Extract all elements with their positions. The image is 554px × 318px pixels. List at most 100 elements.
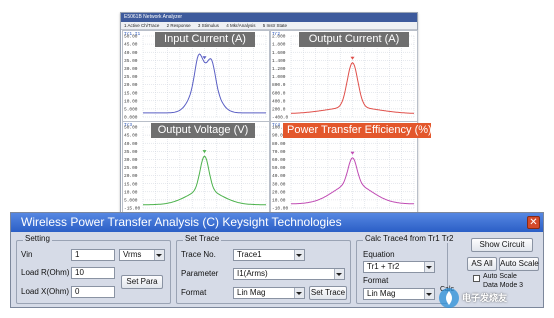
setting-group-label: Setting xyxy=(23,234,52,243)
chevron-down-icon xyxy=(426,293,432,296)
y-tick-label: 400.0 xyxy=(272,98,286,104)
vin-unit-select[interactable]: Vrms xyxy=(119,249,165,261)
calc-format-select[interactable]: Lin Mag xyxy=(363,288,435,300)
calc-trace-group: Calc Trace4 from Tr1 Tr2 Equation Tr1 + … xyxy=(356,234,456,304)
y-tick-label: 200.0 xyxy=(272,107,286,113)
trace-label: Tr4 xyxy=(272,122,280,128)
trace-format-value: Lin Mag xyxy=(237,288,266,297)
analyzer-title-bar: E5061B Network Analyzer xyxy=(121,13,417,22)
network-analyzer-window: E5061B Network Analyzer 1 Active Ch/Trac… xyxy=(120,12,432,214)
load-r-label: Load R(Ohm) xyxy=(21,268,70,277)
analyzer-softkey-menu: 1 Active Ch/Trace 2 Response 3 Stimulus … xyxy=(121,22,417,30)
marker-icon xyxy=(202,150,207,154)
menu-marker-analysis[interactable]: 4 Mkr/Analysis xyxy=(226,22,255,29)
setting-group: Setting Vin 1 Vrms Load R(Ohm) 10 Load X… xyxy=(16,234,171,304)
set-trace-group-label: Set Trace xyxy=(183,234,222,243)
menu-active-trace[interactable]: 1 Active Ch/Trace xyxy=(124,22,159,29)
y-tick-label: 10.00 xyxy=(272,198,286,204)
parameter-label: Parameter xyxy=(181,269,219,278)
parameter-select[interactable]: I1(Arms) xyxy=(233,268,345,280)
y-tick-label: 10.00 xyxy=(124,98,138,104)
dialog-title-bar: Wireless Power Transfer Analysis (C) Key… xyxy=(11,213,543,232)
watermark-text: 电子发烧友 xyxy=(462,293,508,303)
y-tick-label: 45.00 xyxy=(124,133,138,139)
trace-label: Tr1 I1 xyxy=(124,31,141,37)
menu-response[interactable]: 2 Response xyxy=(167,22,191,29)
y-tick-label: 15.00 xyxy=(124,181,138,187)
calc-trace-group-label: Calc Trace4 from Tr1 Tr2 xyxy=(363,234,456,243)
marker-icon xyxy=(350,151,355,155)
chevron-down-icon xyxy=(296,254,302,257)
trace-no-select[interactable]: Trace1 xyxy=(233,249,305,261)
set-trace-button[interactable]: Set Trace xyxy=(309,286,347,300)
y-tick-label: 30.00 xyxy=(124,66,138,72)
menu-stimulus[interactable]: 3 Stimulus xyxy=(198,22,219,29)
menu-instr-state[interactable]: 5 Instr State xyxy=(263,22,287,29)
y-tick-label: 50.00 xyxy=(272,165,286,171)
y-tick-label: 40.00 xyxy=(272,173,286,179)
y-tick-label: 0.000 xyxy=(124,115,138,121)
vin-input[interactable]: 1 xyxy=(71,249,115,261)
y-tick-label: 40.00 xyxy=(124,141,138,147)
y-tick-label: 30.00 xyxy=(124,157,138,163)
y-tick-label: 80.00 xyxy=(272,141,286,147)
trace-label: Tr3 xyxy=(124,122,132,128)
y-tick-label: -10.00 xyxy=(272,206,289,212)
marker-icon xyxy=(350,56,355,60)
y-tick-label: 35.00 xyxy=(124,149,138,155)
calc-format-value: Lin Mag xyxy=(367,289,396,298)
parameter-value: I1(Arms) xyxy=(237,269,268,278)
y-tick-label: 20.00 xyxy=(272,189,286,195)
load-x-label: Load X(Ohm) xyxy=(21,287,70,296)
auto-scale-button[interactable]: Auto Scale xyxy=(499,257,539,271)
y-tick-label: 1.800 xyxy=(272,42,286,48)
y-tick-label: 600.0 xyxy=(272,90,286,96)
output-current-title: Output Current (A) xyxy=(299,32,409,47)
output-voltage-title: Output Voltage (V) xyxy=(151,123,255,138)
trace-format-label: Format xyxy=(181,288,207,297)
y-tick-label: 30.00 xyxy=(272,181,286,187)
set-trace-group: Set Trace Trace No. Trace1 Parameter I1(… xyxy=(176,234,351,304)
auto-scale-check-label: Auto Scale xyxy=(483,273,517,280)
trace-curve xyxy=(291,157,414,205)
trace-no-value: Trace1 xyxy=(237,250,262,259)
equation-value: Tr1 + Tr2 xyxy=(367,262,400,271)
trace-format-select[interactable]: Lin Mag xyxy=(233,287,305,299)
y-tick-label: -400.0 xyxy=(272,115,289,121)
y-tick-label: 70.00 xyxy=(272,149,286,155)
y-tick-label: 1.000 xyxy=(272,74,286,80)
input-current-title: Input Current (A) xyxy=(155,32,255,47)
trace-no-label: Trace No. xyxy=(181,250,216,259)
y-tick-label: 15.00 xyxy=(124,90,138,96)
y-tick-label: 1.600 xyxy=(272,50,286,56)
y-tick-label: 25.00 xyxy=(124,165,138,171)
vin-label: Vin xyxy=(21,250,33,259)
y-tick-label: 5.000 xyxy=(124,107,138,113)
y-tick-label: 45.00 xyxy=(124,42,138,48)
close-icon[interactable]: ✕ xyxy=(527,216,540,229)
as-all-button[interactable]: AS All xyxy=(467,257,497,271)
flame-logo-icon xyxy=(439,288,459,308)
chevron-down-icon xyxy=(336,273,342,276)
equation-select[interactable]: Tr1 + Tr2 xyxy=(363,261,435,273)
y-tick-label: 35.00 xyxy=(124,58,138,64)
load-r-input[interactable]: 10 xyxy=(71,267,115,279)
y-tick-label: 1.200 xyxy=(272,66,286,72)
watermark: 电子发烧友 xyxy=(438,283,542,313)
equation-label: Equation xyxy=(363,250,395,259)
calc-format-label: Format xyxy=(363,276,389,285)
auto-scale-checkbox[interactable] xyxy=(473,275,480,282)
chevron-down-icon xyxy=(426,266,432,269)
y-tick-label: 40.00 xyxy=(124,50,138,56)
chevron-down-icon xyxy=(156,254,162,257)
trace-label: Tr2 xyxy=(272,31,280,37)
vin-unit-value: Vrms xyxy=(123,250,142,259)
set-para-button[interactable]: Set Para xyxy=(121,275,163,289)
load-x-input[interactable]: 0 xyxy=(71,286,115,298)
show-circuit-button[interactable]: Show Circuit xyxy=(471,238,533,252)
y-tick-label: 25.00 xyxy=(124,74,138,80)
chevron-down-icon xyxy=(296,292,302,295)
y-tick-label: -15.00 xyxy=(124,206,141,212)
y-tick-label: 60.00 xyxy=(272,157,286,163)
y-tick-label: 10.00 xyxy=(124,189,138,195)
